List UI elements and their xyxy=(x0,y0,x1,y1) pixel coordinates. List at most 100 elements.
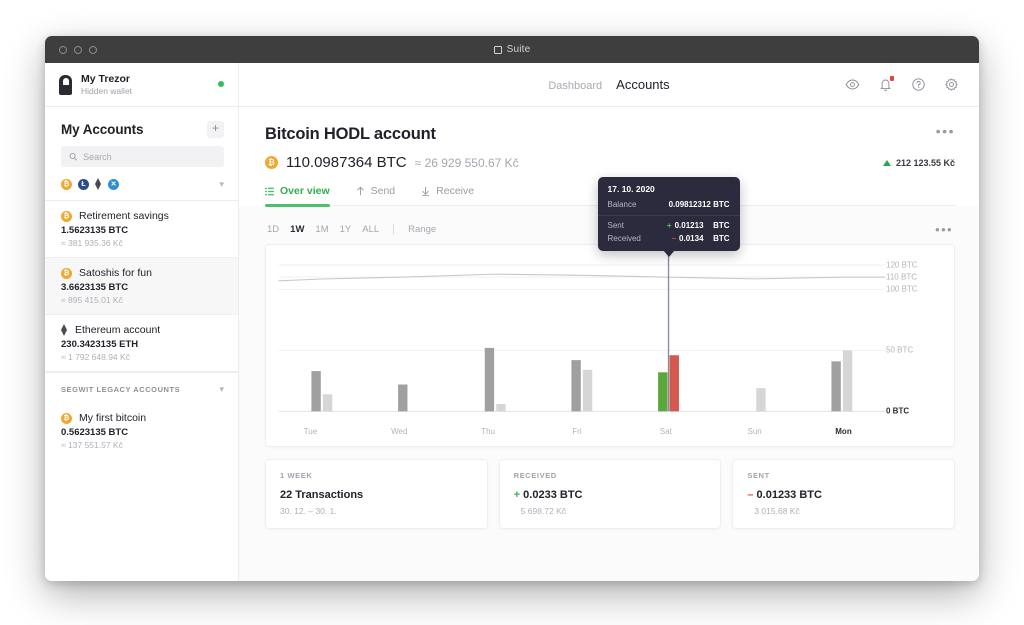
nav-item-accounts[interactable]: Accounts xyxy=(616,77,669,92)
summary-card-week: 1 WEEK 22 Transactions 30. 12. – 30. 1. xyxy=(265,459,488,529)
x-label: Thu xyxy=(481,427,495,436)
list-item[interactable]: ₿ Satoshis for fun 3.6623135 BTC ≈ 895 4… xyxy=(45,258,238,315)
bar-received[interactable] xyxy=(322,394,333,412)
account-amount: 3.6623135 BTC xyxy=(61,282,129,293)
chart-card: 0 BTC 50 BTC 100 BTC 110 BTC 120 BTC Tue Wed… xyxy=(265,177,955,447)
arrow-down-icon xyxy=(422,186,429,196)
x-label: Wed xyxy=(391,427,408,436)
notification-badge xyxy=(889,76,894,81)
tooltip-row-balance: Balance 0.09812312 BTC xyxy=(598,198,740,211)
bar-sent[interactable] xyxy=(571,360,581,412)
account-row-top: Ethereum account xyxy=(61,324,224,336)
summary-sign: + xyxy=(513,489,521,501)
bar-received[interactable] xyxy=(582,369,593,412)
bar-received[interactable] xyxy=(496,404,506,412)
x-label: Mon xyxy=(835,427,852,436)
window-title-text: Suite xyxy=(506,44,531,55)
summary-amount: 0.0233 BTC xyxy=(523,489,583,501)
search-box[interactable] xyxy=(61,146,224,167)
legacy-accounts-header[interactable]: SEGWIT LEGACY ACCOUNTS ▾ xyxy=(45,372,238,403)
page-title: My Accounts xyxy=(61,122,144,137)
bar-sent[interactable] xyxy=(398,384,408,412)
close-button[interactable] xyxy=(59,45,67,54)
tooltip-key: Balance xyxy=(607,200,637,209)
bar-received[interactable] xyxy=(756,388,766,412)
btc-coin-icon: ₿ xyxy=(61,267,72,279)
account-fiat: ≈ 895 415.01 Kč xyxy=(61,295,123,305)
ltc-coin-icon[interactable]: Ł xyxy=(78,178,89,190)
tooltip-unit: BTC xyxy=(713,221,730,230)
account-content: 1D 1W 1M 1Y ALL Range ••• 0 BTC 50 BTC 1… xyxy=(239,177,979,581)
bar-sent[interactable] xyxy=(658,372,668,412)
range-1y[interactable]: 1Y xyxy=(340,224,352,235)
divider xyxy=(597,215,740,216)
list-item[interactable]: ₿ My first bitcoin 0.5623135 BTC ≈ 137 5… xyxy=(45,403,238,459)
eth-coin-icon[interactable] xyxy=(95,178,102,190)
list-item[interactable]: Ethereum account 230.3423135 ETH ≈ 1 792… xyxy=(45,315,238,372)
tab-send-label: Send xyxy=(370,185,396,197)
tooltip-sign: – xyxy=(671,234,677,243)
account-label: My first bitcoin xyxy=(79,412,147,424)
range-picker-button[interactable]: Range xyxy=(408,224,436,235)
summary-card-received: RECEIVED + 0.0233 BTC 5 698.72 Kč xyxy=(498,459,722,529)
range-1w[interactable]: 1W xyxy=(290,224,304,235)
y-tick-label: 0 BTC xyxy=(886,406,910,416)
account-fiat: ≈ 381 935.36 Kč xyxy=(61,238,123,248)
arrow-up-icon xyxy=(356,186,364,196)
account-row-top: ₿ My first bitcoin xyxy=(61,412,224,424)
nav-item-dashboard[interactable]: Dashboard xyxy=(548,80,602,92)
eye-icon[interactable] xyxy=(845,77,860,92)
btc-coin-icon[interactable]: ₿ xyxy=(61,178,72,190)
range-all[interactable]: ALL xyxy=(362,224,379,235)
summary-cards: 1 WEEK 22 Transactions 30. 12. – 30. 1. … xyxy=(265,459,956,529)
account-menu-button[interactable]: ••• xyxy=(936,124,955,138)
chart-menu-button[interactable]: ••• xyxy=(935,223,953,236)
help-icon[interactable] xyxy=(911,77,926,92)
eth-coin-icon xyxy=(61,324,68,336)
bar-received[interactable] xyxy=(669,355,679,412)
tooltip-sign: + xyxy=(666,221,672,230)
btc-coin-icon: ₿ xyxy=(61,412,72,424)
account-title: Bitcoin HODL account xyxy=(265,125,436,143)
divider xyxy=(393,224,395,235)
device-selector[interactable]: My Trezor Hidden wallet xyxy=(45,63,238,107)
minimize-button[interactable] xyxy=(74,45,82,54)
summary-card-sent: SENT – 0.01233 BTC 3 015.68 Kč xyxy=(732,459,956,529)
bar-sent[interactable] xyxy=(311,371,321,412)
xrp-coin-icon[interactable]: ✕ xyxy=(108,178,119,190)
window-controls[interactable] xyxy=(59,45,97,54)
list-item[interactable]: ₿ Retirement savings 1.5623135 BTC ≈ 381… xyxy=(45,201,238,258)
range-1m[interactable]: 1M xyxy=(315,224,328,235)
add-account-button[interactable]: + xyxy=(207,121,224,138)
summary-card-value: – 0.01233 BTC xyxy=(747,489,940,501)
bar-sent[interactable] xyxy=(484,347,495,412)
chevron-down-icon[interactable]: ▾ xyxy=(219,179,224,189)
gear-icon[interactable] xyxy=(944,77,959,92)
maximize-button[interactable] xyxy=(89,45,97,54)
tab-send[interactable]: Send xyxy=(356,185,396,205)
search-wrapper xyxy=(45,146,238,167)
bar-sent[interactable] xyxy=(831,361,841,412)
bar-received[interactable] xyxy=(842,350,853,412)
range-1d[interactable]: 1D xyxy=(267,224,279,235)
search-input[interactable] xyxy=(83,151,216,162)
account-row-top: ₿ Satoshis for fun xyxy=(61,267,224,279)
chevron-down-icon[interactable]: ▾ xyxy=(219,385,224,394)
account-label: Ethereum account xyxy=(75,324,161,336)
y-tick-label: 120 BTC xyxy=(886,260,918,270)
x-label: Sun xyxy=(747,427,762,436)
window-titlebar: Suite xyxy=(45,36,979,63)
device-subtitle: Hidden wallet xyxy=(81,85,133,96)
coin-filter-row[interactable]: ₿ Ł ✕ ▾ xyxy=(45,167,238,201)
account-fiat: ≈ 1 792 648.94 Kč xyxy=(61,352,130,362)
balance-change-value: 212 123.55 Kč xyxy=(895,157,955,168)
tab-overview[interactable]: Over view xyxy=(265,185,330,207)
tooltip-value: 0.09812312 BTC xyxy=(668,200,730,209)
balance-chart[interactable] xyxy=(266,245,954,446)
summary-sign: – xyxy=(747,489,754,501)
main-panel: Dashboard Accounts Bitcoin HODL account … xyxy=(239,63,979,581)
summary-card-value: + 0.0233 BTC xyxy=(514,489,707,501)
bell-icon[interactable] xyxy=(878,76,894,92)
tab-receive[interactable]: Receive xyxy=(421,185,474,205)
x-label: Sat xyxy=(659,427,672,436)
